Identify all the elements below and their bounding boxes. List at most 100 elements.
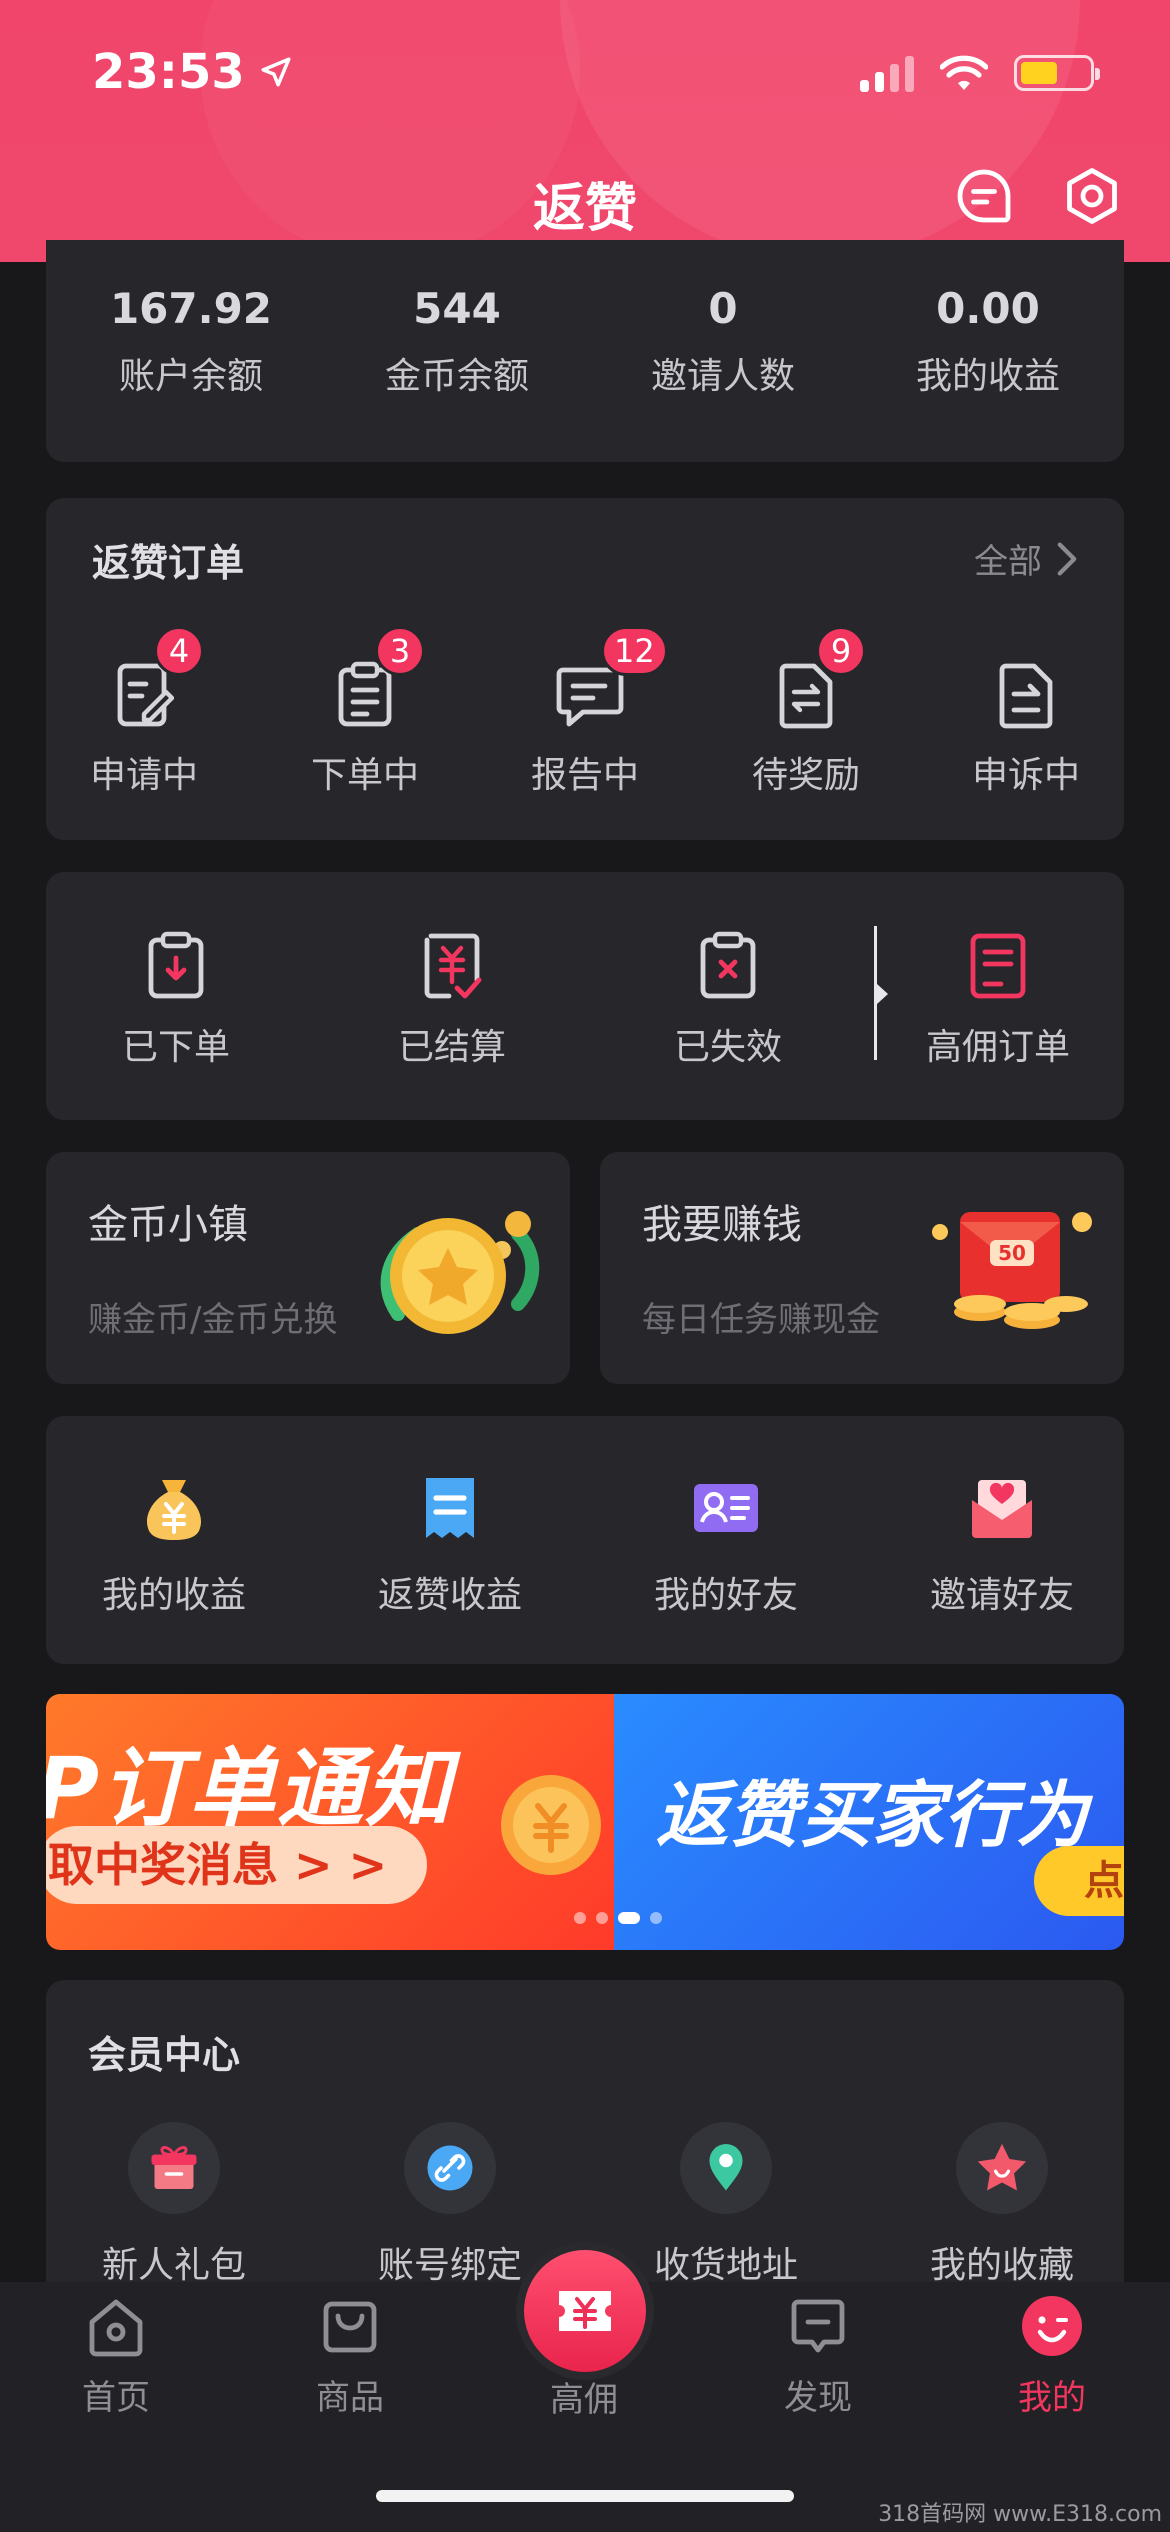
- shortcut-my-friends[interactable]: 我的好友: [606, 1472, 846, 1618]
- order-badge: 4: [154, 626, 204, 676]
- feature-title: 我要赚钱: [642, 1202, 802, 1248]
- order-status-label: 待奖励: [751, 755, 860, 796]
- stat-label: 我的收益: [915, 356, 1060, 397]
- shortcut-invite-friends[interactable]: 邀请好友: [882, 1472, 1122, 1618]
- tab-label: 商品: [316, 2378, 384, 2418]
- bag-icon: [323, 2301, 377, 2353]
- expired-icon: [700, 931, 756, 999]
- app-header: 23:53 返赞: [0, 0, 1170, 262]
- contact-card-icon: [694, 1484, 758, 1532]
- order-status-label: 报告中: [530, 755, 639, 796]
- orders-all-link[interactable]: 全部: [974, 534, 1078, 583]
- status-settled[interactable]: 已结算: [342, 930, 562, 1070]
- promo-banner-carousel[interactable]: P订单通知 取中奖消息 > > 返赞买家行为 点击: [46, 1694, 1124, 1950]
- smile-icon: [1022, 2296, 1082, 2356]
- coin-icon: [501, 1775, 601, 1875]
- tab-mine[interactable]: 我的: [982, 2294, 1122, 2419]
- tab-label: 我的: [1018, 2378, 1086, 2418]
- shortcut-label: 我的收益: [101, 1575, 246, 1616]
- banner-cta-button[interactable]: 点击: [1034, 1846, 1124, 1916]
- wifi-icon: [940, 55, 988, 90]
- tab-discover[interactable]: 发现: [748, 2294, 888, 2419]
- banner-slide-buyer-behavior[interactable]: 返赞买家行为 点击: [614, 1694, 1124, 1950]
- banner-slide-order-notice[interactable]: P订单通知 取中奖消息 > >: [46, 1694, 614, 1950]
- order-status-appealing[interactable]: 申诉中: [936, 660, 1116, 798]
- account-stats-card: 167.92 账户余额 544 金币余额 0 邀请人数 0.00 我的收益: [46, 240, 1124, 462]
- stat-value: 167.92: [109, 284, 273, 333]
- home-icon: [89, 2299, 143, 2357]
- settings-icon[interactable]: [1062, 166, 1122, 226]
- order-badge: 9: [816, 626, 866, 676]
- feature-subtitle: 每日任务赚现金: [642, 1300, 880, 1340]
- shortcut-label: 返赞收益: [377, 1575, 522, 1616]
- orders-all-label: 全部: [974, 542, 1042, 582]
- home-indicator: [376, 2490, 794, 2502]
- stat-label: 账户余额: [118, 356, 263, 397]
- location-pin-icon: [709, 2144, 743, 2191]
- status-time: 23:53: [92, 44, 293, 100]
- feature-subtitle: 赚金币/金币兑换: [88, 1300, 338, 1340]
- envelope-tag: 50: [998, 1241, 1026, 1265]
- tab-high-commission-button[interactable]: [524, 2250, 646, 2372]
- tab-home[interactable]: 首页: [46, 2294, 186, 2419]
- ordered-icon: [148, 931, 204, 999]
- shortcut-label: 我的好友: [653, 1575, 798, 1616]
- banner-subtitle: 取中奖消息 > >: [46, 1826, 428, 1904]
- order-status-pending-reward[interactable]: 9 待奖励: [716, 626, 896, 798]
- settled-icon: [424, 933, 482, 999]
- feature-title: 金币小镇: [88, 1202, 248, 1248]
- settlement-status-card: 已下单 已结算 已失效 高佣订单: [46, 872, 1124, 1120]
- member-newbie-gift[interactable]: 新人礼包: [54, 2122, 294, 2288]
- status-expired[interactable]: 已失效: [618, 930, 838, 1070]
- shortcut-refund-earnings[interactable]: 返赞收益: [330, 1472, 570, 1618]
- order-status-label: 下单中: [310, 755, 419, 796]
- member-item-label: 新人礼包: [101, 2245, 246, 2286]
- shortcut-my-earnings[interactable]: 我的收益: [54, 1472, 294, 1618]
- stat-value: 0.00: [936, 284, 1040, 333]
- stat-account-balance[interactable]: 167.92 账户余额: [71, 284, 311, 399]
- order-status-reporting[interactable]: 12 报告中: [495, 626, 675, 798]
- chat-icon: [791, 2299, 845, 2353]
- earn-money-card[interactable]: 我要赚钱 每日任务赚现金 50: [600, 1152, 1124, 1384]
- stat-coin-balance[interactable]: 544 金币余额: [337, 284, 577, 399]
- member-my-favorites[interactable]: 我的收藏: [882, 2122, 1122, 2288]
- stat-invite-count[interactable]: 0 邀请人数: [603, 284, 843, 399]
- order-badge: 3: [375, 626, 425, 676]
- coin-town-card[interactable]: 金币小镇 赚金币/金币兑换: [46, 1152, 570, 1384]
- stat-label: 邀请人数: [650, 356, 795, 397]
- member-account-binding[interactable]: 账号绑定: [330, 2122, 570, 2288]
- status-label: 高佣订单: [925, 1027, 1070, 1068]
- tab-products[interactable]: 商品: [280, 2294, 420, 2419]
- stat-my-earnings[interactable]: 0.00 我的收益: [868, 284, 1108, 399]
- chevron-right-icon: [1057, 541, 1077, 576]
- status-label: 已失效: [673, 1027, 782, 1068]
- gift-icon: [151, 2145, 197, 2189]
- message-icon[interactable]: [954, 166, 1014, 226]
- status-label: 已下单: [121, 1027, 230, 1068]
- member-center-title: 会员中心: [88, 2033, 241, 2077]
- status-high-commission-orders[interactable]: 高佣订单: [888, 930, 1108, 1070]
- upload-doc-icon: [999, 663, 1053, 729]
- order-status-label: 申诉中: [971, 755, 1080, 796]
- status-icons: [860, 54, 1100, 92]
- order-status-applying[interactable]: 4 申请中: [54, 626, 234, 798]
- status-ordered[interactable]: 已下单: [66, 930, 286, 1070]
- stat-value: 544: [413, 284, 501, 333]
- gold-coin-star-icon: [380, 1211, 540, 1334]
- stat-value: 0: [708, 284, 738, 333]
- order-status-label: 申请中: [89, 755, 198, 796]
- location-arrow-icon: [261, 57, 291, 87]
- watermark: 318首码网 www.E318.com: [878, 2502, 1162, 2527]
- banner-title: 返赞买家行为: [656, 1773, 1089, 1857]
- red-envelope-coins-icon: 50: [932, 1212, 1092, 1329]
- clock: 23:53: [92, 44, 245, 100]
- star-icon: [977, 2143, 1027, 2191]
- tab-label: 首页: [82, 2378, 150, 2418]
- banner-title: P订单通知: [46, 1739, 454, 1839]
- shortcut-label: 邀请好友: [929, 1575, 1074, 1616]
- link-icon: [427, 2145, 473, 2191]
- member-shipping-address[interactable]: 收货地址: [606, 2122, 846, 2288]
- tab-high-commission[interactable]: 高佣: [514, 2372, 654, 2421]
- earnings-shortcuts-card: 我的收益 返赞收益 我的好友 邀请好友: [46, 1416, 1124, 1664]
- order-status-ordering[interactable]: 3 下单中: [275, 626, 455, 798]
